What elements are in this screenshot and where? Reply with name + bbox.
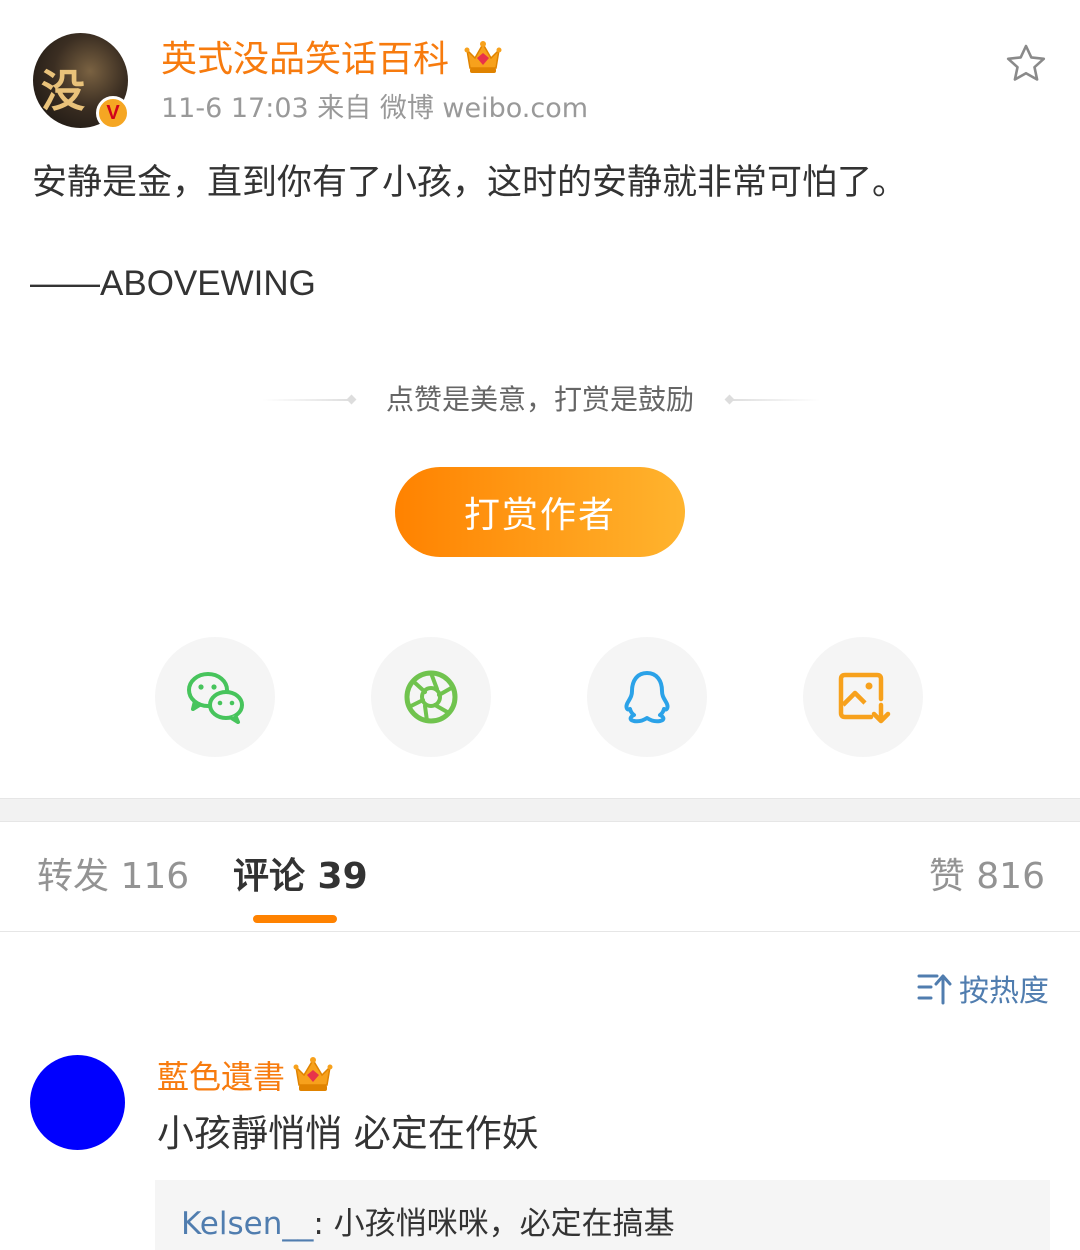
verified-badge-icon: V (96, 96, 130, 130)
reward-hint: 点赞是美意，打赏是鼓励 (385, 383, 694, 416)
tab-repost[interactable]: 转发 116 (37, 854, 189, 900)
share-moments-button[interactable] (371, 637, 491, 757)
post-signature: ——ABOVEWING (30, 264, 316, 303)
post-card: 没 V 英式没品笑话百科 11-6 17:03 来自 微博 weibo.com … (0, 0, 1080, 798)
post-meta: 11-6 17:03 来自 微博 weibo.com (161, 93, 589, 124)
interaction-tabs: 转发 116 评论 39 赞 816 (0, 822, 1080, 932)
tab-comments[interactable]: 评论 39 (233, 854, 368, 900)
commenter-avatar[interactable] (30, 1055, 125, 1150)
sort-icon (917, 974, 952, 1005)
save-image-icon (838, 672, 891, 724)
share-qq-button[interactable] (587, 637, 707, 757)
post-body: 安静是金，直到你有了小孩，这时的安静就非常可怕了。 (32, 163, 908, 203)
qq-icon (624, 671, 670, 724)
reply-text: : 小孩悄咪咪，必定在搞基 (313, 1206, 675, 1242)
vip-crown-icon (293, 1057, 333, 1091)
section-separator (0, 798, 1080, 822)
favorite-star-icon[interactable] (1004, 42, 1048, 86)
moments-icon (404, 670, 458, 724)
active-tab-indicator (253, 915, 337, 923)
divider-right (728, 399, 820, 401)
author-name[interactable]: 英式没品笑话百科 (161, 38, 449, 82)
vip-crown-icon (464, 41, 502, 73)
sort-by-hot-button[interactable]: 按热度 (917, 966, 1049, 1010)
avatar-text: 没 (41, 66, 85, 117)
reply-line: Kelsen__: 小孩悄咪咪，必定在搞基 (181, 1204, 675, 1244)
wechat-icon (187, 672, 244, 724)
sort-label: 按热度 (959, 974, 1049, 1009)
reward-author-button[interactable]: 打赏作者 (395, 467, 685, 557)
reply-preview[interactable]: Kelsen__: 小孩悄咪咪，必定在搞基 (155, 1180, 1050, 1250)
reply-username[interactable]: Kelsen__ (181, 1206, 313, 1242)
comment-text: 小孩靜悄悄 必定在作妖 (157, 1112, 539, 1155)
save-image-button[interactable] (803, 637, 923, 757)
tab-likes[interactable]: 赞 816 (929, 854, 1045, 900)
commenter-name[interactable]: 藍色遺書 (157, 1056, 285, 1098)
share-wechat-button[interactable] (155, 637, 275, 757)
